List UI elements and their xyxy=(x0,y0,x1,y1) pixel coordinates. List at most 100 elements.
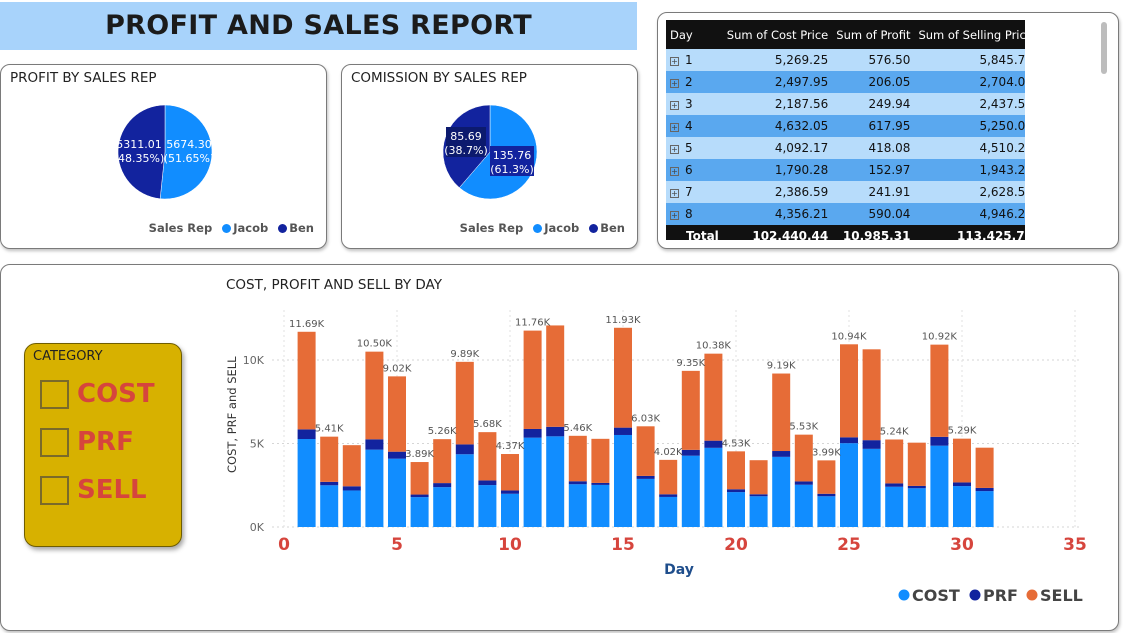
cell-profit: 249.94 xyxy=(832,93,915,115)
pie-value-label: 5311.01 xyxy=(116,138,162,151)
col-header-selling[interactable]: Sum of Selling Price xyxy=(914,20,1025,49)
legend-item-jacob[interactable]: Jacob xyxy=(233,221,268,235)
table-header-row: Day Sum of Cost Price Sum of Profit Sum … xyxy=(666,20,1025,49)
pie-value-label: 85.69 xyxy=(450,130,482,143)
report-title-banner: PROFIT AND SALES REPORT xyxy=(0,2,637,50)
cell-day-value: 4 xyxy=(685,119,693,133)
expand-icon[interactable]: + xyxy=(670,57,679,66)
cell-cost: 2,187.56 xyxy=(722,93,833,115)
cell-day-value: 5 xyxy=(685,141,693,155)
cell-selling: 2,628.50 xyxy=(914,181,1025,203)
cell-day: +3 xyxy=(666,93,723,115)
slicer-option-cost[interactable]: COST xyxy=(40,378,155,410)
slicer-label-prf: PRF xyxy=(77,427,134,457)
legend-title: Sales Rep xyxy=(459,221,524,235)
expand-icon[interactable]: + xyxy=(670,189,679,198)
legend-item-ben[interactable]: Ben xyxy=(600,221,625,235)
cell-day: +5 xyxy=(666,137,723,159)
table-row[interactable]: +22,497.95206.052,704.00 xyxy=(666,71,1025,93)
table-row[interactable]: +15,269.25576.505,845.75 xyxy=(666,49,1025,71)
cell-cost: 2,386.59 xyxy=(722,181,833,203)
cell-cost: 4,356.21 xyxy=(722,203,833,225)
pie-percent-label: (48.35%) xyxy=(114,152,165,165)
table-row[interactable]: +84,356.21590.044,946.25 xyxy=(666,203,1025,225)
legend-dot-ben xyxy=(278,224,288,233)
checkbox-cost[interactable] xyxy=(40,379,69,409)
commission-by-sales-rep-card[interactable]: COMISSION BY SALES REP 135.76 (61.3%) 85.6… xyxy=(341,64,638,249)
cell-profit: 206.05 xyxy=(832,71,915,93)
col-header-cost[interactable]: Sum of Cost Price xyxy=(722,20,833,49)
cell-cost: 4,632.05 xyxy=(722,115,833,137)
col-header-day[interactable]: Day xyxy=(666,20,723,49)
cell-cost: 1,790.28 xyxy=(722,159,833,181)
slicer-label-sell: SELL xyxy=(77,475,147,505)
slicer-option-prf[interactable]: PRF xyxy=(40,426,134,458)
table-total-row: Total 102,440.44 10,985.31 113,425.75 xyxy=(666,225,1025,240)
total-selling: 113,425.75 xyxy=(914,225,1025,240)
legend-item-jacob[interactable]: Jacob xyxy=(544,221,579,235)
cell-selling: 4,946.25 xyxy=(914,203,1025,225)
legend-dot-jacob xyxy=(222,224,232,233)
expand-icon[interactable]: + xyxy=(670,101,679,110)
cell-day: +7 xyxy=(666,181,723,203)
commission-pie-legend: Sales Rep Jacob Ben xyxy=(460,221,625,235)
cell-day-value: 3 xyxy=(685,97,693,111)
total-profit: 10,985.31 xyxy=(832,225,915,240)
col-header-profit[interactable]: Sum of Profit xyxy=(832,20,915,49)
cell-profit: 576.50 xyxy=(832,49,915,71)
pie-value-label: 135.76 xyxy=(493,149,532,162)
slicer-label-cost: COST xyxy=(77,379,155,409)
cell-day: +1 xyxy=(666,49,723,71)
expand-icon[interactable]: + xyxy=(670,145,679,154)
cell-selling: 2,437.50 xyxy=(914,93,1025,115)
slicer-option-sell[interactable]: SELL xyxy=(40,474,147,506)
cell-profit: 617.95 xyxy=(832,115,915,137)
cell-selling: 5,250.00 xyxy=(914,115,1025,137)
cell-profit: 241.91 xyxy=(832,181,915,203)
expand-icon[interactable]: + xyxy=(670,123,679,132)
cell-profit: 590.04 xyxy=(832,203,915,225)
total-label: Total xyxy=(666,225,723,240)
expand-icon[interactable]: + xyxy=(670,211,679,220)
table-row[interactable]: +54,092.17418.084,510.25 xyxy=(666,137,1025,159)
pie-value-label: 5674.30 xyxy=(166,138,212,151)
profit-pie-legend: Sales Rep Jacob Ben xyxy=(149,221,314,235)
table-row[interactable]: +4 4,632.05617.955,250.00 xyxy=(666,115,1025,137)
cell-day: +8 xyxy=(666,203,723,225)
cell-profit: 152.97 xyxy=(832,159,915,181)
expand-icon[interactable]: + xyxy=(670,79,679,88)
cell-day-value: 6 xyxy=(685,163,693,177)
cell-day-value: 1 xyxy=(685,53,693,67)
cell-selling: 5,845.75 xyxy=(914,49,1025,71)
category-slicer[interactable]: CATEGORY COST PRF SELL xyxy=(24,343,182,547)
pie-percent-label: (51.65%) xyxy=(164,152,215,165)
expand-icon[interactable]: + xyxy=(670,167,679,176)
table-scrollbar[interactable] xyxy=(1101,22,1107,74)
profit-by-sales-rep-card[interactable]: PROFIT BY SALES REP 5674.30 (51.65%) 5311.… xyxy=(0,64,327,249)
legend-dot-jacob xyxy=(533,224,543,233)
pie-percent-label: (61.3%) xyxy=(490,163,534,176)
cell-selling: 2,704.00 xyxy=(914,71,1025,93)
total-cost: 102,440.44 xyxy=(722,225,833,240)
cell-day-value: 7 xyxy=(685,185,693,199)
legend-title: Sales Rep xyxy=(148,221,213,235)
cell-day: +6 xyxy=(666,159,723,181)
legend-dot-ben xyxy=(589,224,599,233)
pie-percent-label: (38.7%) xyxy=(444,144,488,157)
cell-selling: 4,510.25 xyxy=(914,137,1025,159)
checkbox-prf[interactable] xyxy=(40,427,69,457)
cell-cost: 4,092.17 xyxy=(722,137,833,159)
legend-item-ben[interactable]: Ben xyxy=(289,221,314,235)
daily-summary-table[interactable]: Day Sum of Cost Price Sum of Profit Sum … xyxy=(666,20,1025,240)
cell-day: +2 xyxy=(666,71,723,93)
checkbox-sell[interactable] xyxy=(40,475,69,505)
report-title: PROFIT AND SALES REPORT xyxy=(105,10,532,41)
slicer-title: CATEGORY xyxy=(33,349,103,364)
table-row[interactable]: +32,187.56249.942,437.50 xyxy=(666,93,1025,115)
table-row[interactable]: +61,790.28152.971,943.25 xyxy=(666,159,1025,181)
cell-selling: 1,943.25 xyxy=(914,159,1025,181)
cell-day-value: 2 xyxy=(685,75,693,89)
table-row[interactable]: +72,386.59241.912,628.50 xyxy=(666,181,1025,203)
cell-cost: 5,269.25 xyxy=(722,49,833,71)
cell-profit: 418.08 xyxy=(832,137,915,159)
